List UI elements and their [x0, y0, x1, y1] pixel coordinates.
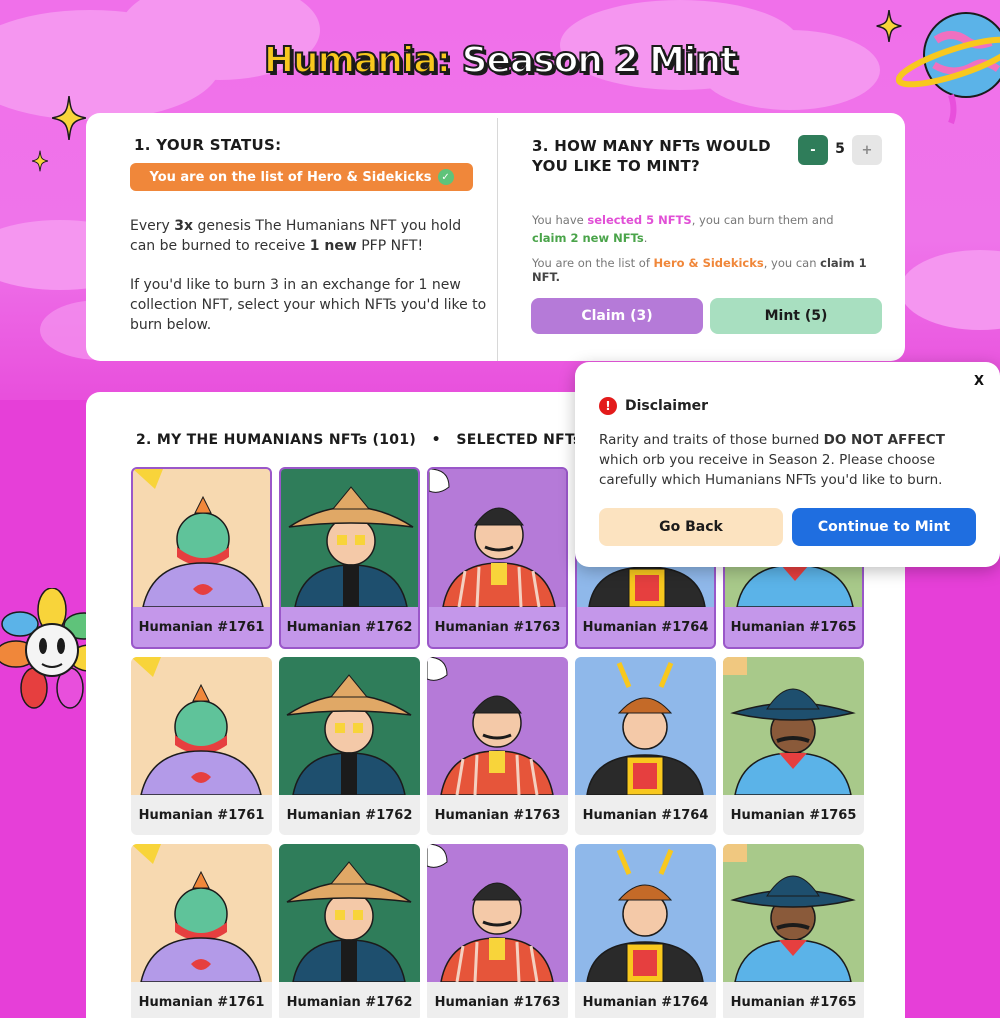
claim-button[interactable]: Claim (3): [531, 298, 703, 334]
nft-artwork: [131, 844, 272, 982]
nft-card-label: Humanian #1761: [138, 807, 265, 823]
continue-to-mint-button[interactable]: Continue to Mint: [792, 508, 976, 546]
nft-artwork: [133, 469, 270, 607]
nft-card-label: Humanian #1764: [582, 619, 709, 635]
nft-card-label: Humanian #1761: [138, 619, 265, 635]
nft-card-label: Humanian #1764: [582, 807, 709, 823]
nft-card[interactable]: Humanian #1762: [279, 844, 420, 1018]
nft-card[interactable]: Humanian #1761: [131, 844, 272, 1018]
mint-button[interactable]: Mint (5): [710, 298, 882, 334]
nft-card-label: Humanian #1761: [138, 994, 265, 1010]
nft-card[interactable]: Humanian #1762: [279, 657, 420, 835]
panel-divider: [497, 118, 498, 361]
nft-artwork: [427, 657, 568, 795]
nft-card[interactable]: Humanian #1765: [723, 844, 864, 1018]
nft-card[interactable]: Humanian #1763: [427, 844, 568, 1018]
status-heading: 1. YOUR STATUS:: [134, 136, 282, 154]
sparkle-icon: [52, 96, 86, 140]
nft-card-label: Humanian #1765: [730, 807, 857, 823]
nft-card[interactable]: Humanian #1762: [279, 467, 420, 649]
nft-card-label: Humanian #1762: [286, 807, 413, 823]
decrement-button[interactable]: -: [798, 135, 828, 165]
grid-heading: 2. MY THE HUMANIANS NFTs (101) • SELECTE…: [136, 432, 611, 448]
nft-card[interactable]: Humanian #1765: [723, 657, 864, 835]
quantity-value: 5: [835, 141, 845, 157]
nft-card-label: Humanian #1765: [730, 619, 857, 635]
nft-card[interactable]: Humanian #1763: [427, 657, 568, 835]
modal-body: Rarity and traits of those burned DO NOT…: [599, 432, 945, 488]
nft-card-label: Humanian #1763: [434, 807, 561, 823]
nft-card[interactable]: Humanian #1763: [427, 467, 568, 649]
go-back-button[interactable]: Go Back: [599, 508, 783, 546]
warning-icon: !: [599, 397, 617, 415]
status-burn-instructions: If you'd like to burn 3 in an exchange f…: [130, 277, 487, 333]
nft-artwork: [723, 844, 864, 982]
nft-artwork: [279, 657, 420, 795]
nft-card-label: Humanian #1763: [434, 619, 561, 635]
sparkle-icon: [32, 150, 48, 172]
nft-card-label: Humanian #1765: [730, 994, 857, 1010]
nft-artwork: [281, 469, 418, 607]
nft-artwork: [429, 469, 566, 607]
disclaimer-modal: X ! Disclaimer Rarity and traits of thos…: [575, 362, 1000, 567]
nft-card-label: Humanian #1763: [434, 994, 561, 1010]
nft-card[interactable]: Humanian #1764: [575, 844, 716, 1018]
close-icon[interactable]: X: [974, 374, 984, 389]
increment-button[interactable]: +: [852, 135, 882, 165]
nft-artwork: [723, 657, 864, 795]
check-icon: ✓: [437, 169, 454, 185]
mint-info-list: You are on the list of Hero & Sidekicks,…: [532, 256, 867, 284]
status-panel: 1. YOUR STATUS: You are on the list of H…: [86, 113, 905, 361]
nft-artwork: [279, 844, 420, 982]
nft-card-label: Humanian #1764: [582, 994, 709, 1010]
modal-title-text: Disclaimer: [625, 398, 709, 414]
status-badge-label: You are on the list of Hero & Sidekicks: [149, 169, 432, 185]
nft-artwork: [575, 844, 716, 982]
status-badge: You are on the list of Hero & Sidekicks …: [130, 163, 473, 191]
nft-artwork: [131, 657, 272, 795]
nft-card[interactable]: Humanian #1764: [575, 657, 716, 835]
nft-card-label: Humanian #1762: [286, 619, 413, 635]
modal-title: ! Disclaimer: [599, 397, 708, 415]
mint-info-selected: You have selected 5 NFTS, you can burn t…: [532, 213, 834, 245]
nft-card-label: Humanian #1762: [286, 994, 413, 1010]
nft-artwork: [427, 844, 568, 982]
nft-artwork: [575, 657, 716, 795]
status-description: Every 3x genesis The Humanians NFT you h…: [130, 218, 462, 254]
mint-heading: 3. HOW MANY NFTs WOULD YOU LIKE TO MINT?: [532, 137, 771, 175]
nft-card[interactable]: Humanian #1761: [131, 657, 272, 835]
page-title: Humania: Season 2 Mint: [263, 39, 738, 82]
nft-card[interactable]: Humanian #1761: [131, 467, 272, 649]
